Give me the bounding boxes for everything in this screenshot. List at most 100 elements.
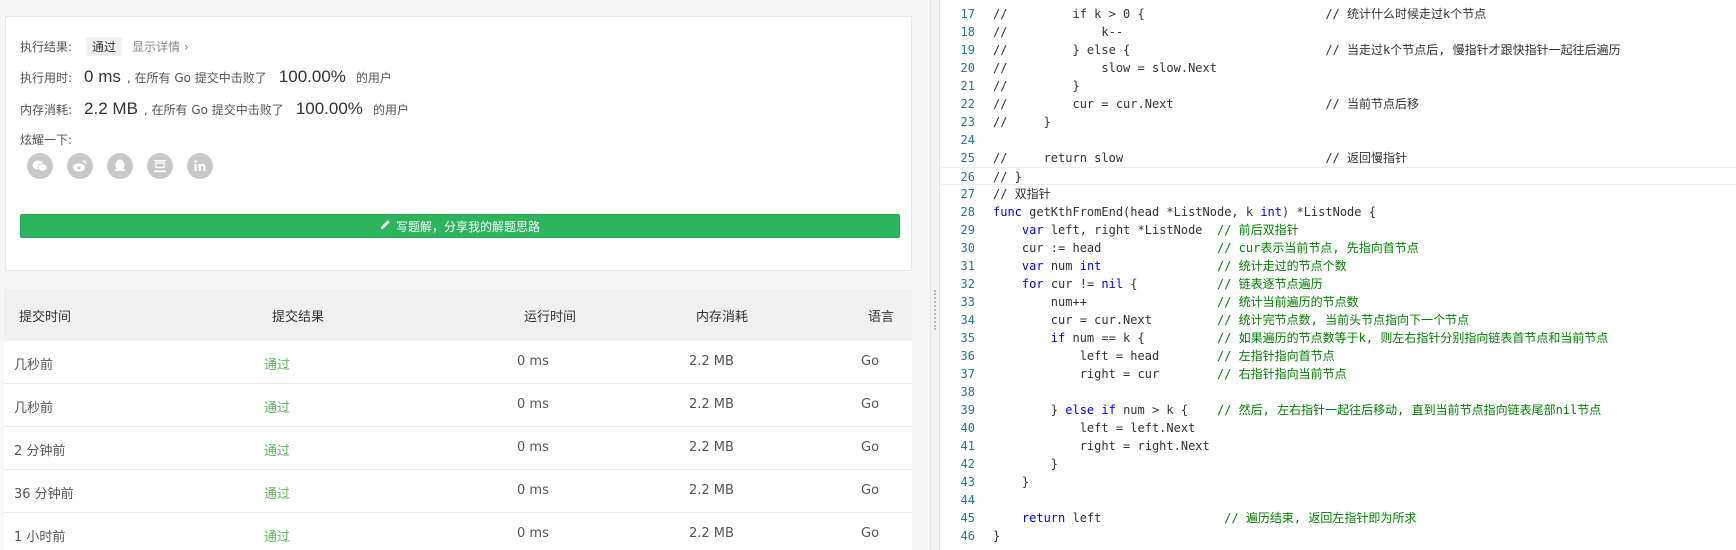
submit-time-cell: 几秒前 <box>14 401 54 416</box>
code-line[interactable]: 27 // 双指针 <box>941 185 1736 203</box>
code-line[interactable]: 20 // slow = slow.Next <box>941 59 1736 77</box>
code-line[interactable]: 43 } <box>941 473 1736 491</box>
code-line[interactable]: 39 } else if num > k { // 然后, 左右指针一起往后移动… <box>941 401 1736 419</box>
code-line[interactable]: 19 // } else { // 当走过k个节点后, 慢指针才跟快指针一起往后遍… <box>941 41 1736 59</box>
code-line[interactable]: 45 return left // 遍历结束, 返回左指针即为所求 <box>941 509 1736 527</box>
code-line[interactable]: 31 var num int // 统计走过的节点个数 <box>941 257 1736 275</box>
code-text: right = cur // 右指针指向当前节点 <box>993 367 1347 381</box>
share-label: 炫耀一下: <box>20 133 73 147</box>
submit-result-link[interactable]: 通过 <box>264 397 290 416</box>
submit-time-cell: 36 分钟前 <box>14 487 74 502</box>
code-line[interactable]: 23 // } <box>941 113 1736 131</box>
code-line[interactable]: 38 <box>941 383 1736 401</box>
line-number: 30 <box>960 241 975 255</box>
status-badge: 通过 <box>86 37 123 56</box>
code-line[interactable]: 44 <box>941 491 1736 509</box>
submit-time-cell: 几秒前 <box>14 358 54 373</box>
status-row: 执行结果: 通过 显示详情 › <box>20 37 189 56</box>
table-row[interactable]: 几秒前 通过 0 ms 2.2 MB Go <box>4 341 912 384</box>
code-line[interactable]: 36 left = head // 左指针指向首节点 <box>941 347 1736 365</box>
code-text: // } <box>993 79 1080 93</box>
memory-cell: 2.2 MB <box>689 354 734 369</box>
line-number: 27 <box>960 187 975 201</box>
code-line[interactable]: 30 cur := head // cur表示当前节点, 先指向首节点 <box>941 239 1736 257</box>
runtime-users-text: 的用户 <box>355 71 392 85</box>
line-number: 38 <box>960 385 975 399</box>
code-text: // slow = slow.Next <box>993 61 1217 75</box>
line-number: 32 <box>960 277 975 291</box>
memory-percent: 100.00% <box>295 99 363 118</box>
pane-splitter[interactable] <box>930 0 940 550</box>
line-number: 17 <box>960 7 975 21</box>
douban-icon[interactable] <box>147 153 173 179</box>
line-number: 39 <box>960 403 975 417</box>
code-text: var num int // 统计走过的节点个数 <box>1021 259 1347 273</box>
share-row: 炫耀一下: <box>20 131 72 148</box>
write-solution-label: 写题解，分享我的解题思路 <box>395 219 540 234</box>
memory-beat-text: , 在所有 Go 提交中击败了 <box>143 103 284 117</box>
code-line[interactable]: 18 // k-- <box>941 23 1736 41</box>
code-text: var left, right *ListNode // 前后双指针 <box>1021 223 1299 237</box>
drag-handle-icon[interactable] <box>934 290 936 330</box>
weibo-icon[interactable] <box>67 153 93 179</box>
code-line[interactable]: 21 // } <box>941 77 1736 95</box>
code-line[interactable]: 32 for cur != nil { // 链表逐节点遍历 <box>941 275 1736 293</box>
memory-cell: 2.2 MB <box>689 440 734 455</box>
table-row[interactable]: 36 分钟前 通过 0 ms 2.2 MB Go <box>4 470 912 513</box>
result-panel: 执行结果: 通过 显示详情 › 执行用时: 0 ms , 在所有 Go 提交中击… <box>0 0 930 550</box>
submit-result-link[interactable]: 通过 <box>264 483 290 502</box>
runtime-row: 执行用时: 0 ms , 在所有 Go 提交中击败了 100.00% 的用户 <box>20 67 392 87</box>
line-number: 23 <box>960 115 975 129</box>
code-text: // k-- <box>993 25 1124 39</box>
code-text: // if k > 0 { // 统计什么时候走过k个节点 <box>993 7 1487 21</box>
code-line[interactable]: 46} <box>941 527 1736 545</box>
code-line[interactable]: 34 cur = cur.Next // 统计完节点数, 当前头节点指向下一个节… <box>941 311 1736 329</box>
table-header: 提交时间 提交结果 运行时间 内存消耗 语言 <box>4 289 912 341</box>
header-language: 语言 <box>868 309 895 325</box>
line-number: 42 <box>960 457 975 471</box>
code-text: cur := head // cur表示当前节点, 先指向首节点 <box>993 241 1419 255</box>
line-number: 31 <box>960 259 975 273</box>
qq-icon[interactable] <box>107 153 133 179</box>
code-line[interactable]: 22 // cur = cur.Next // 当前节点后移 <box>941 95 1736 113</box>
language-cell: Go <box>861 483 880 498</box>
memory-cell: 2.2 MB <box>689 526 734 541</box>
code-line[interactable]: 26 // } <box>941 167 1736 185</box>
submit-result-link[interactable]: 通过 <box>264 440 290 459</box>
code-line[interactable]: 33 num++ // 统计当前遍历的节点数 <box>941 293 1736 311</box>
code-line[interactable]: 35 if num == k { // 如果遍历的节点数等于k, 则左右指针分别… <box>941 329 1736 347</box>
code-editor[interactable]: 17 // if k > 0 { // 统计什么时候走过k个节点 18// k-- 1… <box>941 0 1736 550</box>
line-number: 43 <box>960 475 975 489</box>
header-memory: 内存消耗 <box>696 309 749 325</box>
line-number: 41 <box>960 439 975 453</box>
linkedin-icon[interactable] <box>187 153 213 179</box>
submissions-table: 提交时间 提交结果 运行时间 内存消耗 语言 几秒前 通过 0 ms 2.2 MB Go… <box>4 289 912 550</box>
submit-result-link[interactable]: 通过 <box>264 526 290 545</box>
code-text: return left // 遍历结束, 返回左指针即为所求 <box>1021 511 1417 525</box>
runtime-percent: 100.00% <box>278 67 346 86</box>
code-line[interactable]: 42 } <box>941 455 1736 473</box>
code-line[interactable]: 37 right = cur // 右指针指向当前节点 <box>941 365 1736 383</box>
runtime-cell: 0 ms <box>517 483 549 498</box>
code-line[interactable]: 28 func getKthFromEnd(head *ListNode, k i… <box>941 203 1736 221</box>
code-text: right = right.Next <box>993 439 1210 453</box>
table-row[interactable]: 几秒前 通过 0 ms 2.2 MB Go <box>4 384 912 427</box>
code-line[interactable]: 41 right = right.Next <box>941 437 1736 455</box>
submit-result-link[interactable]: 通过 <box>264 354 290 373</box>
line-number: 28 <box>960 205 975 219</box>
show-details-link[interactable]: 显示详情 › <box>132 38 189 55</box>
table-row[interactable]: 1 小时前 通过 0 ms 2.2 MB Go <box>4 513 912 550</box>
line-number: 24 <box>960 133 975 147</box>
write-solution-button[interactable]: 写题解，分享我的解题思路 <box>20 214 900 238</box>
table-row[interactable]: 2 分钟前 通过 0 ms 2.2 MB Go <box>4 427 912 470</box>
wechat-icon[interactable] <box>27 153 53 179</box>
line-number: 22 <box>960 97 975 111</box>
code-line[interactable]: 40 left = left.Next <box>941 419 1736 437</box>
code-line[interactable]: 24 <box>941 131 1736 149</box>
line-number: 25 <box>960 151 975 165</box>
code-text: num++ // 统计当前遍历的节点数 <box>993 295 1359 309</box>
code-line[interactable]: 25 // return slow // 返回慢指针 <box>941 149 1736 167</box>
code-line[interactable]: 17 // if k > 0 { // 统计什么时候走过k个节点 <box>941 5 1736 23</box>
code-line[interactable]: 29 var left, right *ListNode // 前后双指针 <box>941 221 1736 239</box>
line-number: 36 <box>960 349 975 363</box>
